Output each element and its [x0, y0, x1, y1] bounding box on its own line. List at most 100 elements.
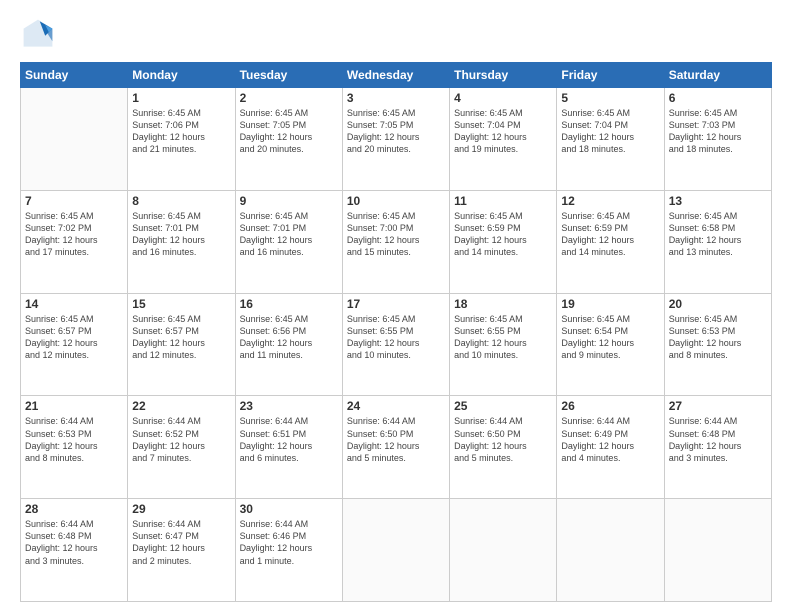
day-info: Sunrise: 6:44 AM Sunset: 6:52 PM Dayligh… [132, 415, 230, 464]
calendar-cell: 4 Sunrise: 6:45 AM Sunset: 7:04 PM Daylig… [450, 88, 557, 191]
day-number: 15 [132, 297, 230, 311]
calendar-cell: 27Sunrise: 6:44 AM Sunset: 6:48 PM Dayli… [664, 396, 771, 499]
calendar-table: SundayMondayTuesdayWednesdayThursdayFrid… [20, 62, 772, 602]
weekday-header-wednesday: Wednesday [342, 63, 449, 88]
weekday-header-tuesday: Tuesday [235, 63, 342, 88]
calendar-cell: 26 Sunrise: 6:44 AM Sunset: 6:49 PM Dayli… [557, 396, 664, 499]
weekday-header-row: SundayMondayTuesdayWednesdayThursdayFrid… [21, 63, 772, 88]
day-number: 16 [240, 297, 338, 311]
header [20, 16, 772, 52]
day-info: Sunrise: 6:45 AM Sunset: 6:55 PM Dayligh… [347, 313, 445, 362]
day-info: Sunrise: 6:45 AM Sunset: 7:04 PM Dayligh… [454, 107, 552, 156]
day-info: Sunrise: 6:45 AM Sunset: 7:02 PM Dayligh… [25, 210, 123, 259]
day-number: 1 [132, 91, 230, 105]
day-number: 5 [561, 91, 659, 105]
week-row-1: 1 Sunrise: 6:45 AM Sunset: 7:06 PM Daylig… [21, 88, 772, 191]
week-row-2: 7 Sunrise: 6:45 AM Sunset: 7:02 PM Daylig… [21, 190, 772, 293]
day-info: Sunrise: 6:45 AM Sunset: 7:00 PM Dayligh… [347, 210, 445, 259]
day-number: 18 [454, 297, 552, 311]
day-info: Sunrise: 6:45 AM Sunset: 6:56 PM Dayligh… [240, 313, 338, 362]
calendar-cell: 8 Sunrise: 6:45 AM Sunset: 7:01 PM Daylig… [128, 190, 235, 293]
day-number: 14 [25, 297, 123, 311]
week-row-3: 14 Sunrise: 6:45 AM Sunset: 6:57 PM Dayli… [21, 293, 772, 396]
day-number: 30 [240, 502, 338, 516]
calendar-cell: 29 Sunrise: 6:44 AM Sunset: 6:47 PM Dayli… [128, 499, 235, 602]
calendar-cell [450, 499, 557, 602]
calendar-cell: 22Sunrise: 6:44 AM Sunset: 6:52 PM Dayli… [128, 396, 235, 499]
weekday-header-thursday: Thursday [450, 63, 557, 88]
calendar-cell: 16 Sunrise: 6:45 AM Sunset: 6:56 PM Dayli… [235, 293, 342, 396]
day-info: Sunrise: 6:45 AM Sunset: 6:54 PM Dayligh… [561, 313, 659, 362]
calendar-cell [342, 499, 449, 602]
day-info: Sunrise: 6:44 AM Sunset: 6:48 PM Dayligh… [25, 518, 123, 567]
page: SundayMondayTuesdayWednesdayThursdayFrid… [0, 0, 792, 612]
calendar-cell: 11 Sunrise: 6:45 AM Sunset: 6:59 PM Dayli… [450, 190, 557, 293]
day-number: 6 [669, 91, 767, 105]
calendar-cell: 13 Sunrise: 6:45 AM Sunset: 6:58 PM Dayli… [664, 190, 771, 293]
day-info: Sunrise: 6:45 AM Sunset: 6:57 PM Dayligh… [132, 313, 230, 362]
day-number: 13 [669, 194, 767, 208]
calendar-cell: 21 Sunrise: 6:44 AM Sunset: 6:53 PM Dayli… [21, 396, 128, 499]
day-number: 11 [454, 194, 552, 208]
week-row-5: 28 Sunrise: 6:44 AM Sunset: 6:48 PM Dayli… [21, 499, 772, 602]
calendar-cell: 3 Sunrise: 6:45 AM Sunset: 7:05 PM Daylig… [342, 88, 449, 191]
day-number: 29 [132, 502, 230, 516]
day-number: 21 [25, 399, 123, 413]
day-number: 10 [347, 194, 445, 208]
calendar-cell: 20 Sunrise: 6:45 AM Sunset: 6:53 PM Dayli… [664, 293, 771, 396]
day-number: 2 [240, 91, 338, 105]
week-row-4: 21 Sunrise: 6:44 AM Sunset: 6:53 PM Dayli… [21, 396, 772, 499]
logo-icon [20, 16, 56, 52]
calendar-cell: 10 Sunrise: 6:45 AM Sunset: 7:00 PM Dayli… [342, 190, 449, 293]
day-info: Sunrise: 6:44 AM Sunset: 6:47 PM Dayligh… [132, 518, 230, 567]
calendar-cell: 24 Sunrise: 6:44 AM Sunset: 6:50 PM Dayli… [342, 396, 449, 499]
day-number: 26 [561, 399, 659, 413]
weekday-header-saturday: Saturday [664, 63, 771, 88]
day-number: 28 [25, 502, 123, 516]
day-info: Sunrise: 6:45 AM Sunset: 7:04 PM Dayligh… [561, 107, 659, 156]
day-number: 3 [347, 91, 445, 105]
day-info: Sunrise: 6:45 AM Sunset: 6:57 PM Dayligh… [25, 313, 123, 362]
calendar-cell: 9 Sunrise: 6:45 AM Sunset: 7:01 PM Daylig… [235, 190, 342, 293]
day-info: Sunrise: 6:44 AM Sunset: 6:50 PM Dayligh… [454, 415, 552, 464]
day-info: Sunrise: 6:45 AM Sunset: 7:05 PM Dayligh… [347, 107, 445, 156]
calendar-cell: 7 Sunrise: 6:45 AM Sunset: 7:02 PM Daylig… [21, 190, 128, 293]
day-info: Sunrise: 6:45 AM Sunset: 6:53 PM Dayligh… [669, 313, 767, 362]
day-number: 12 [561, 194, 659, 208]
weekday-header-sunday: Sunday [21, 63, 128, 88]
day-number: 17 [347, 297, 445, 311]
calendar-cell: 12Sunrise: 6:45 AM Sunset: 6:59 PM Dayli… [557, 190, 664, 293]
calendar-cell: 28 Sunrise: 6:44 AM Sunset: 6:48 PM Dayli… [21, 499, 128, 602]
day-info: Sunrise: 6:45 AM Sunset: 7:06 PM Dayligh… [132, 107, 230, 156]
day-info: Sunrise: 6:44 AM Sunset: 6:51 PM Dayligh… [240, 415, 338, 464]
day-number: 24 [347, 399, 445, 413]
day-number: 4 [454, 91, 552, 105]
calendar-cell [664, 499, 771, 602]
day-info: Sunrise: 6:45 AM Sunset: 6:58 PM Dayligh… [669, 210, 767, 259]
weekday-header-friday: Friday [557, 63, 664, 88]
calendar-cell: 30 Sunrise: 6:44 AM Sunset: 6:46 PM Dayli… [235, 499, 342, 602]
day-number: 9 [240, 194, 338, 208]
day-info: Sunrise: 6:45 AM Sunset: 7:01 PM Dayligh… [240, 210, 338, 259]
day-number: 7 [25, 194, 123, 208]
day-info: Sunrise: 6:45 AM Sunset: 6:59 PM Dayligh… [454, 210, 552, 259]
day-info: Sunrise: 6:44 AM Sunset: 6:46 PM Dayligh… [240, 518, 338, 567]
day-number: 20 [669, 297, 767, 311]
calendar-cell: 6Sunrise: 6:45 AM Sunset: 7:03 PM Daylig… [664, 88, 771, 191]
calendar-cell: 18Sunrise: 6:45 AM Sunset: 6:55 PM Dayli… [450, 293, 557, 396]
day-number: 19 [561, 297, 659, 311]
calendar-cell: 14 Sunrise: 6:45 AM Sunset: 6:57 PM Dayli… [21, 293, 128, 396]
calendar-cell [21, 88, 128, 191]
calendar-cell: 19 Sunrise: 6:45 AM Sunset: 6:54 PM Dayli… [557, 293, 664, 396]
day-info: Sunrise: 6:44 AM Sunset: 6:49 PM Dayligh… [561, 415, 659, 464]
day-info: Sunrise: 6:45 AM Sunset: 7:01 PM Dayligh… [132, 210, 230, 259]
calendar-cell: 5 Sunrise: 6:45 AM Sunset: 7:04 PM Daylig… [557, 88, 664, 191]
day-number: 8 [132, 194, 230, 208]
day-info: Sunrise: 6:44 AM Sunset: 6:53 PM Dayligh… [25, 415, 123, 464]
day-info: Sunrise: 6:44 AM Sunset: 6:50 PM Dayligh… [347, 415, 445, 464]
calendar-cell: 2Sunrise: 6:45 AM Sunset: 7:05 PM Daylig… [235, 88, 342, 191]
day-info: Sunrise: 6:44 AM Sunset: 6:48 PM Dayligh… [669, 415, 767, 464]
weekday-header-monday: Monday [128, 63, 235, 88]
logo [20, 16, 60, 52]
calendar-cell: 15 Sunrise: 6:45 AM Sunset: 6:57 PM Dayli… [128, 293, 235, 396]
